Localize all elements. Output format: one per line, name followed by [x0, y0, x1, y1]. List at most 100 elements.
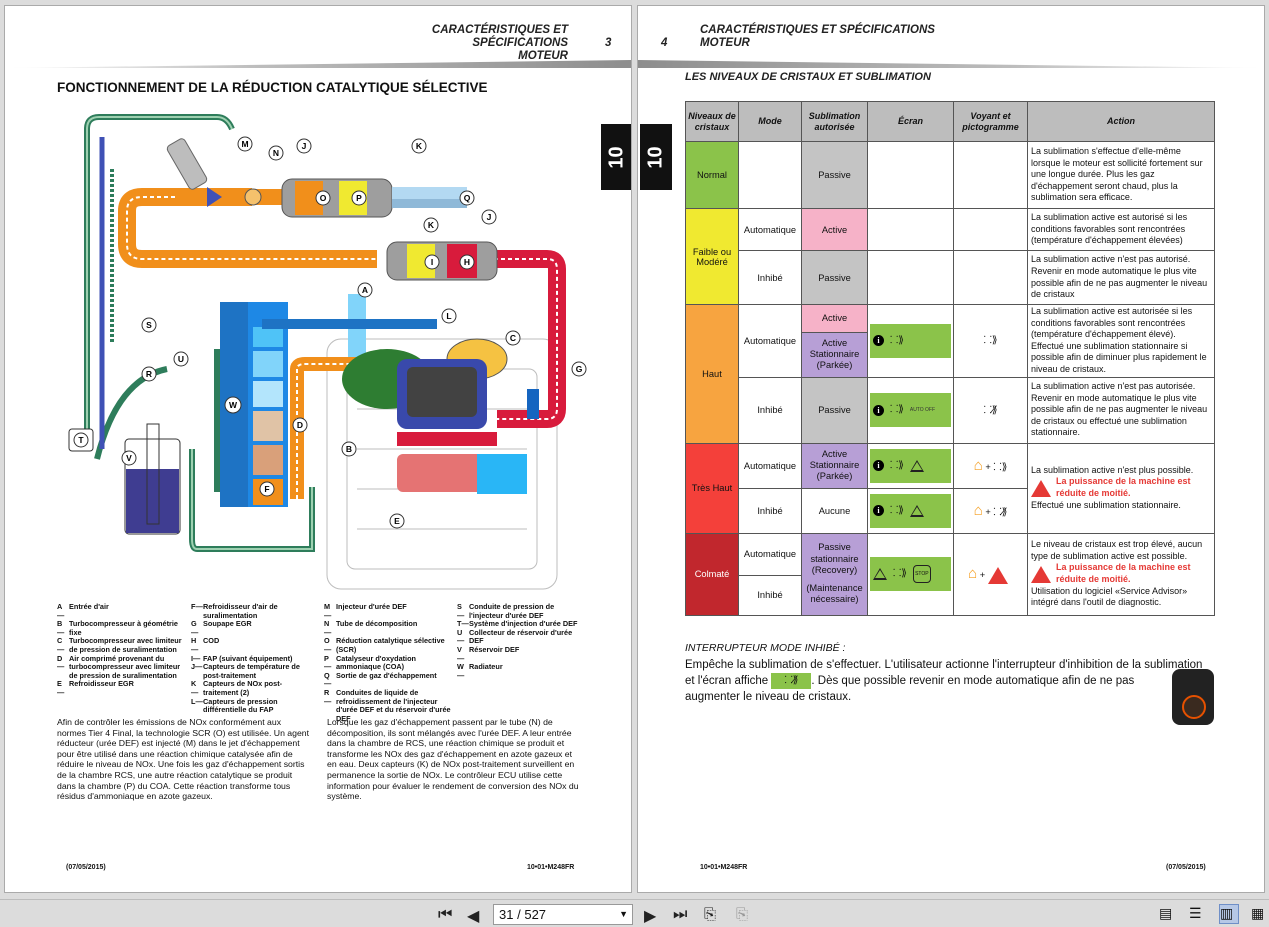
- footer-date: (07/05/2015): [1166, 864, 1206, 871]
- mode-inhibe: Inhibé: [738, 250, 802, 305]
- legend-item: Q— Sortie de gaz d'échappement: [324, 670, 437, 689]
- legend-col-3: M— Injecteur d'urée DEF N— Tube de décompos…: [324, 602, 452, 723]
- callout-I: I: [431, 257, 433, 267]
- power-reduced-warning: La puissance de la machine est réduite de…: [1031, 476, 1211, 499]
- screen-colmate: ⸬⟫ STOP: [867, 532, 954, 616]
- subl-passive-recovery: Passive stationnaire (Recovery) (Mainten…: [801, 532, 868, 616]
- voyant-empty: [953, 208, 1028, 251]
- callout-F: F: [264, 484, 269, 494]
- info-icon: i: [873, 505, 884, 517]
- single-page-view-icon[interactable]: ▤: [1158, 904, 1178, 924]
- voyant-haut-inhibe: ⸬⟫̸: [953, 376, 1028, 444]
- legend-item: H— COD: [191, 636, 220, 654]
- callout-R: R: [146, 369, 152, 379]
- action-normal: La sublimation s'effectue d'elle-même lo…: [1027, 141, 1215, 209]
- continuous-view-icon[interactable]: ☰: [1188, 904, 1208, 924]
- warning-triangle-icon: [987, 566, 1008, 584]
- callout-K1: K: [416, 141, 423, 151]
- callout-K2: K: [428, 220, 435, 230]
- level-haut: Haut: [685, 304, 739, 444]
- page-number-input[interactable]: 31 / 527 ▼: [493, 904, 633, 925]
- th-action: Action: [1027, 101, 1215, 142]
- dpf-regen-icon: ⸬⟫: [890, 404, 904, 416]
- legend-item: V— Réservoir DEF: [457, 644, 520, 663]
- level-normal: Normal: [685, 141, 739, 209]
- table-header-row: Niveaux de cristaux Mode Sublimation aut…: [685, 101, 1215, 142]
- callout-T: T: [78, 435, 84, 445]
- screen-display: i ⸬⟫: [870, 323, 951, 358]
- section-tab: 10: [640, 124, 672, 190]
- callout-O: O: [320, 193, 327, 203]
- action-colmate: Le niveau de cristaux est trop élevé, au…: [1027, 532, 1215, 616]
- screen-display: i ⸬⟫: [870, 448, 951, 483]
- level-tres-haut: Très Haut: [685, 442, 739, 534]
- chevron-down-icon[interactable]: ▼: [619, 905, 628, 924]
- th-niveaux: Niveaux de cristaux: [685, 101, 739, 142]
- screen-tres-haut-auto: i ⸬⟫: [867, 442, 954, 489]
- callout-V: V: [126, 453, 132, 463]
- screen-empty: [867, 250, 954, 305]
- warning-triangle-icon: [1031, 479, 1051, 497]
- two-page-view-icon[interactable]: ▥: [1219, 904, 1239, 924]
- legend-item: E— Refroidisseur EGR: [57, 679, 134, 697]
- callout-J2: J: [487, 212, 492, 222]
- action-faible-inhibe: La sublimation active n'est pas autorisé…: [1027, 250, 1215, 305]
- mode-inhibe: Inhibé: [738, 376, 802, 444]
- legend-item: K— Capteurs de NOx post-traitement (2): [191, 679, 283, 697]
- go-forward-icon[interactable]: ⎘: [736, 906, 748, 923]
- table-row: Très Haut Automatique Active Stationnair…: [685, 442, 1215, 534]
- mode-auto: Automatique: [738, 532, 802, 576]
- interrupt-text: Empêche la sublimation de s'effectuer. L…: [685, 659, 1203, 704]
- prev-page-button[interactable]: ◀: [467, 906, 479, 926]
- voyant-colmate: ⌂ +: [953, 532, 1028, 616]
- legend-item: C— Turbocompresseur avec limiteur de pres…: [57, 636, 182, 654]
- th-ecran: Écran: [867, 101, 954, 142]
- info-icon: i: [873, 335, 884, 347]
- legend-item: A— Entrée d'air: [57, 602, 109, 620]
- section-tab: 10: [601, 124, 631, 190]
- callout-L: L: [446, 311, 451, 321]
- next-page-button[interactable]: ▶: [644, 906, 656, 926]
- header-line1: CARACTÉRISTIQUES ET SPÉCIFICATIONS: [431, 24, 568, 49]
- pdf-viewer: CARACTÉRISTIQUES ET SPÉCIFICATIONS MOTEU…: [0, 0, 1269, 927]
- warning-triangle-icon: [1031, 565, 1051, 583]
- dpf-inhibit-icon: ⸬⟫̸: [993, 507, 1008, 519]
- callout-B: B: [346, 444, 352, 454]
- table-row: Normal Passive La sublimation s'effectue…: [685, 141, 1215, 209]
- doc-dpf-canister: [386, 241, 498, 281]
- warning-icon: [909, 459, 924, 472]
- callout-U: U: [178, 354, 184, 364]
- dpf-inhibit-icon: ⸬⟫̸: [983, 404, 998, 416]
- dpf-regen-icon: ⸬⟫: [893, 568, 907, 580]
- footer-ref: 10•01•M248FR: [527, 864, 575, 871]
- legend-col-4: S— Conduite de pression de l'injecteur d'…: [457, 602, 587, 680]
- legend-item: S— Conduite de pression de l'injecteur d'…: [457, 602, 555, 620]
- subl-active: Active: [801, 304, 868, 333]
- legend-item: F— Refroidisseur d'air de suralimentation: [191, 602, 278, 620]
- go-back-icon[interactable]: ⎘: [704, 906, 716, 923]
- action-haut-inhibe: La sublimation active n'est pas autorisé…: [1027, 376, 1215, 444]
- two-page-continuous-view-icon[interactable]: ▦: [1250, 904, 1269, 924]
- callout-E: E: [394, 516, 400, 526]
- last-page-button[interactable]: ⏭: [673, 906, 687, 924]
- first-page-button[interactable]: ⏮: [438, 906, 452, 924]
- dpf-regen-icon: ⸬⟫: [890, 334, 904, 346]
- dpf-regen-icon: ⸬⟫: [983, 335, 998, 347]
- screen-empty: [867, 141, 954, 209]
- footer-date: (07/05/2015): [66, 864, 106, 871]
- legend-col-2: F— Refroidisseur d'air de suralimentation…: [191, 602, 317, 715]
- mode-auto: Automatique: [738, 442, 802, 489]
- th-mode: Mode: [738, 101, 802, 142]
- table-row: Colmaté Automatique Passive stationnaire…: [685, 532, 1215, 616]
- stop-icon: STOP: [912, 565, 931, 584]
- crystal-levels-table: Niveaux de cristaux Mode Sublimation aut…: [685, 101, 1215, 616]
- viewer-toolbar: ⏮ ◀ 31 / 527 ▼ ▶ ⏭ ⎘ ⎘ ▤ ☰ ▥ ▦: [0, 899, 1269, 927]
- section-title: LES NIVEAUX DE CRISTAUX ET SUBLIMATION: [685, 71, 931, 83]
- auto-off-label: AUTO OFF: [909, 406, 936, 413]
- legend-item: J— Capteurs de température de post-traite…: [191, 662, 300, 680]
- header-line1: CARACTÉRISTIQUES ET SPÉCIFICATIONS: [700, 24, 935, 36]
- screen-display: ⸬⟫ STOP: [870, 557, 951, 592]
- legend-item: N— Tube de décomposition: [324, 619, 418, 637]
- callout-N: N: [273, 148, 279, 158]
- mode-auto: Automatique: [738, 208, 802, 251]
